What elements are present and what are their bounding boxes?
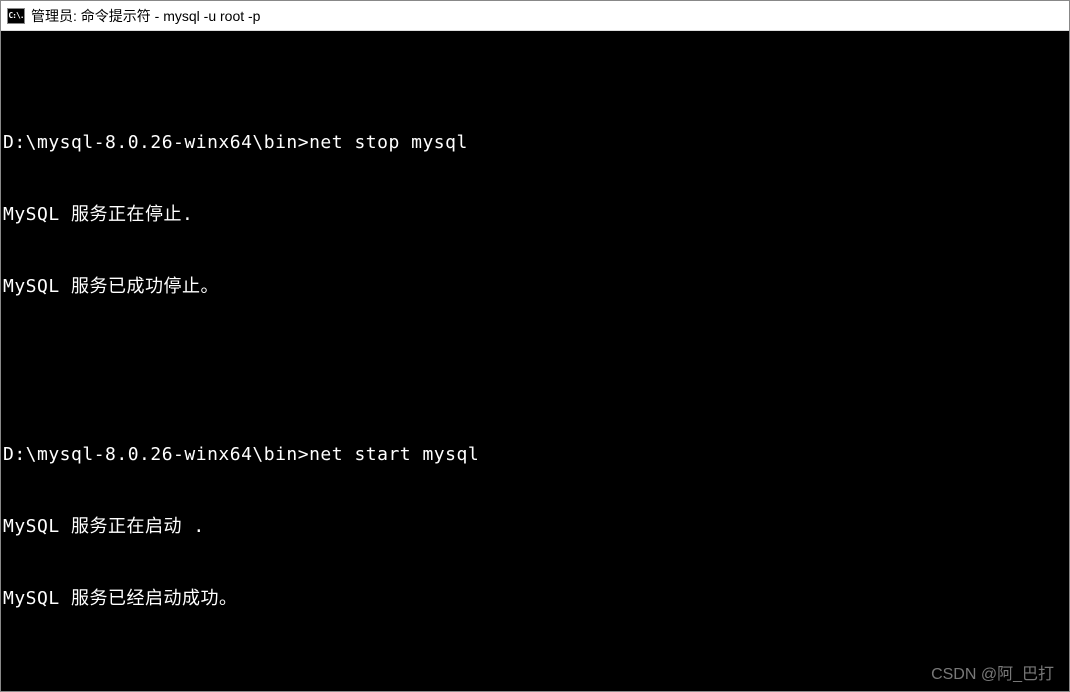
terminal-output[interactable]: D:\mysql-8.0.26-winx64\bin>net stop mysq… — [1, 31, 1069, 691]
terminal-line: MySQL 服务正在停止. — [3, 203, 1067, 227]
command-prompt-window: C:\. 管理员: 命令提示符 - mysql -u root -p D:\my… — [0, 0, 1070, 692]
titlebar[interactable]: C:\. 管理员: 命令提示符 - mysql -u root -p — [1, 1, 1069, 31]
terminal-line: MySQL 服务已成功停止。 — [3, 275, 1067, 299]
terminal-line: D:\mysql-8.0.26-winx64\bin>net stop mysq… — [3, 131, 1067, 155]
terminal-line: MySQL 服务已经启动成功。 — [3, 587, 1067, 611]
window-title: 管理员: 命令提示符 - mysql -u root -p — [31, 6, 260, 26]
terminal-line: D:\mysql-8.0.26-winx64\bin>net start mys… — [3, 443, 1067, 467]
terminal-line: MySQL 服务正在启动 . — [3, 515, 1067, 539]
cmd-icon: C:\. — [7, 8, 25, 24]
